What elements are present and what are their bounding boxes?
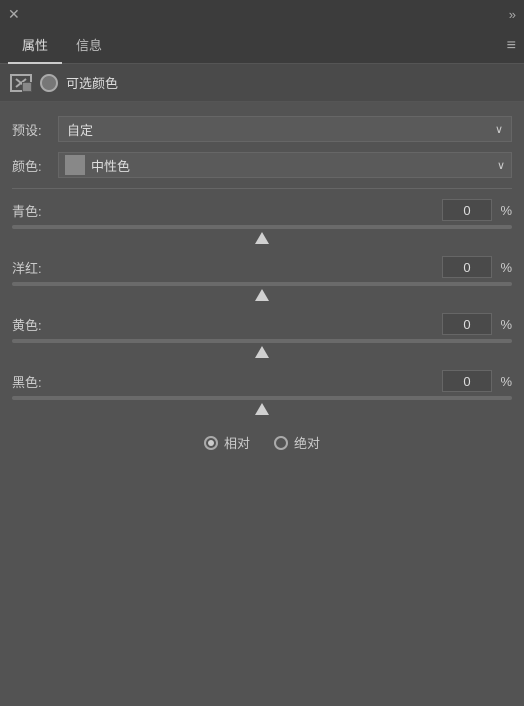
color-dropdown[interactable]: 中性色 ∨	[58, 152, 512, 178]
cyan-row: 青色: %	[12, 199, 512, 221]
tab-properties[interactable]: 属性	[8, 27, 62, 64]
circle-icon	[40, 74, 58, 92]
panel-title: 可选颜色	[66, 73, 118, 92]
black-input[interactable]	[442, 370, 492, 392]
yellow-percent: %	[496, 317, 512, 332]
color-row: 颜色: 中性色 ∨	[12, 152, 512, 178]
panel-header: 可选颜色	[0, 64, 524, 102]
black-percent: %	[496, 374, 512, 389]
cyan-label: 青色:	[12, 201, 58, 220]
top-bar-left: ✕	[8, 7, 20, 21]
cyan-track[interactable]	[12, 225, 512, 229]
black-slider-section: 黑色: %	[12, 370, 512, 415]
close-icon[interactable]: ✕	[8, 7, 20, 21]
magenta-input[interactable]	[442, 256, 492, 278]
tab-info[interactable]: 信息	[62, 27, 116, 64]
magenta-thumb-wrap	[12, 289, 512, 301]
black-row: 黑色: %	[12, 370, 512, 392]
yellow-slider-section: 黄色: %	[12, 313, 512, 358]
magenta-thumb[interactable]	[255, 289, 269, 301]
cyan-slider-section: 青色: %	[12, 199, 512, 244]
magenta-row: 洋红: %	[12, 256, 512, 278]
top-bar: ✕ »	[0, 0, 524, 28]
yellow-label: 黄色:	[12, 315, 58, 334]
preset-value: 自定	[67, 120, 93, 139]
x-icon	[15, 78, 27, 88]
magenta-label: 洋红:	[12, 258, 58, 277]
cyan-input[interactable]	[442, 199, 492, 221]
cyan-thumb-wrap	[12, 232, 512, 244]
tab-bar: 属性 信息 ≡	[0, 28, 524, 64]
yellow-thumb[interactable]	[255, 346, 269, 358]
cyan-thumb[interactable]	[255, 232, 269, 244]
color-arrow: ∨	[497, 159, 511, 172]
layer-icon	[10, 74, 32, 92]
separator-1	[12, 188, 512, 189]
collapse-icon[interactable]: »	[509, 7, 516, 22]
preset-label: 预设:	[12, 120, 58, 139]
cyan-percent: %	[496, 203, 512, 218]
magenta-track[interactable]	[12, 282, 512, 286]
preset-row: 预设: 自定 ∨	[12, 116, 512, 142]
radio-absolute-label: 绝对	[294, 433, 320, 452]
radio-absolute-circle	[274, 436, 288, 450]
radio-absolute[interactable]: 绝对	[274, 433, 320, 452]
radio-relative-circle	[204, 436, 218, 450]
magenta-slider-section: 洋红: %	[12, 256, 512, 301]
magenta-percent: %	[496, 260, 512, 275]
color-swatch	[65, 155, 85, 175]
panel-menu-icon[interactable]: ≡	[507, 38, 516, 54]
black-label: 黑色:	[12, 372, 58, 391]
color-value: 中性色	[91, 156, 497, 175]
top-bar-right: »	[509, 7, 516, 22]
radio-row: 相对 绝对	[12, 433, 512, 452]
yellow-track[interactable]	[12, 339, 512, 343]
radio-relative-label: 相对	[224, 433, 250, 452]
black-thumb-wrap	[12, 403, 512, 415]
yellow-input[interactable]	[442, 313, 492, 335]
yellow-thumb-wrap	[12, 346, 512, 358]
preset-dropdown[interactable]: 自定 ∨	[58, 116, 512, 142]
preset-arrow: ∨	[495, 123, 503, 136]
radio-relative[interactable]: 相对	[204, 433, 250, 452]
yellow-row: 黄色: %	[12, 313, 512, 335]
black-track[interactable]	[12, 396, 512, 400]
black-thumb[interactable]	[255, 403, 269, 415]
content-area: 预设: 自定 ∨ 颜色: 中性色 ∨ 青色: % 洋红: %	[0, 102, 524, 466]
color-label: 颜色:	[12, 156, 58, 175]
